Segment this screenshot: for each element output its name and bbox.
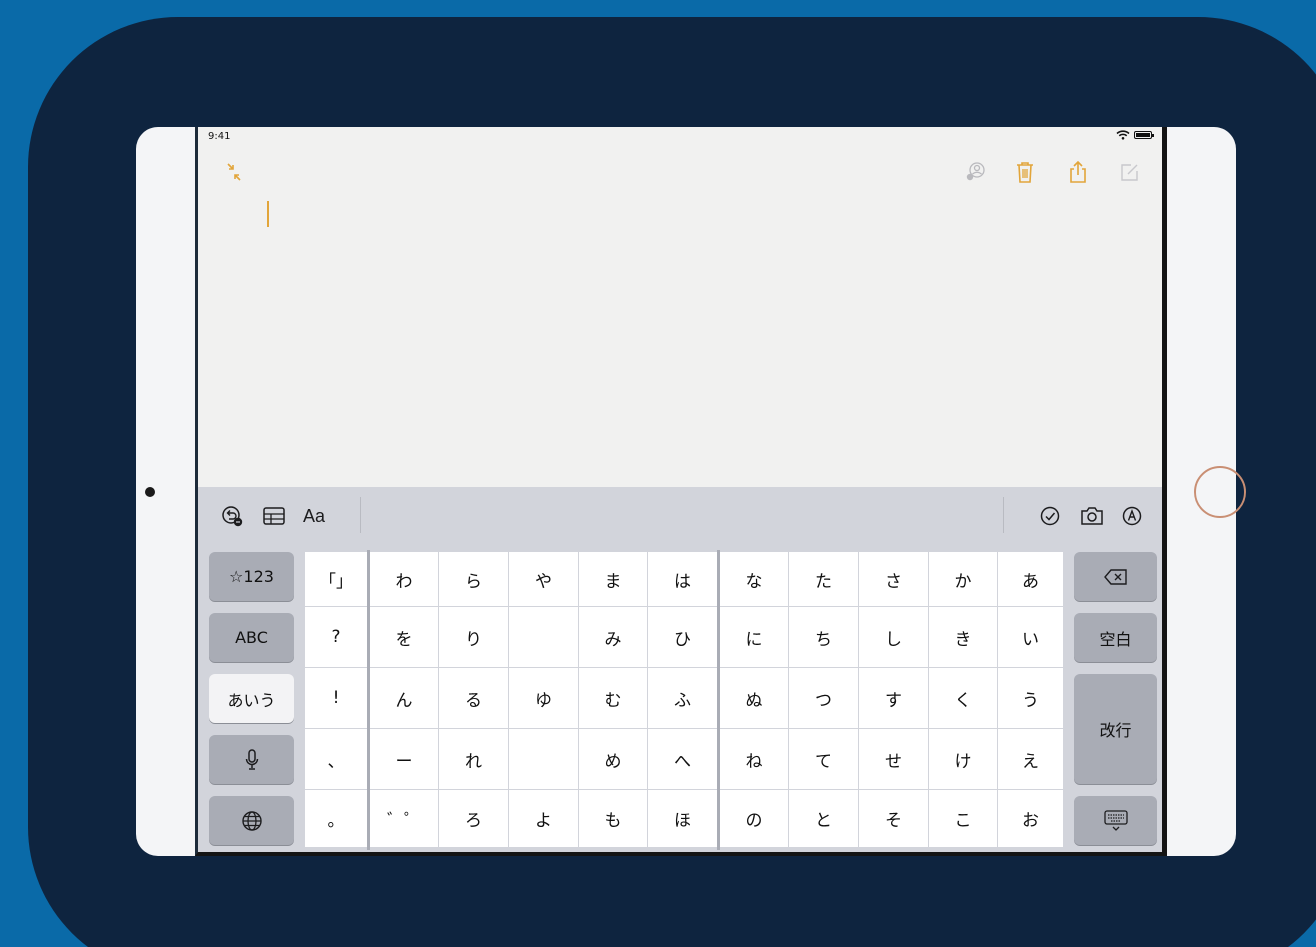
status-time: 9:41 <box>208 131 231 142</box>
markup-icon[interactable] <box>1118 501 1146 531</box>
collaborate-icon[interactable] <box>961 157 991 187</box>
key-kana[interactable]: ふ <box>648 668 717 728</box>
key-kana[interactable]: ま <box>579 552 647 606</box>
kana-keyboard: ☆123 ABC あいう 「」 わ ら や ま は な た さ か あ ? を … <box>198 545 1162 852</box>
key-kana[interactable]: か <box>929 552 997 606</box>
key-kana[interactable]: ぬ <box>720 668 788 728</box>
home-button[interactable] <box>1194 466 1246 518</box>
key-kana[interactable]: 「」 <box>305 552 367 606</box>
note-toolbar <box>198 157 1162 187</box>
key-kana[interactable]: や <box>509 552 578 606</box>
status-bar: 9:41 <box>198 127 1162 145</box>
microphone-icon <box>245 748 258 770</box>
key-kana[interactable]: せ <box>859 729 928 789</box>
key-kana[interactable]: い <box>998 607 1063 667</box>
key-kana[interactable]: と <box>789 790 858 847</box>
key-microphone[interactable] <box>209 735 294 784</box>
keyboard-accessory-bar: Aa <box>198 487 1162 545</box>
ipad-screen: 9:41 Aa ☆123 ABC あいう 「」 わ ら や ま は な た さ … <box>195 127 1167 856</box>
status-indicators <box>1116 130 1154 140</box>
key-kana[interactable]: ち <box>789 607 858 667</box>
key-kana[interactable]: を <box>370 607 438 667</box>
key-kana[interactable]: す <box>859 668 928 728</box>
accessory-divider <box>360 497 361 533</box>
key-kana[interactable]: む <box>579 668 647 728</box>
table-icon[interactable] <box>260 501 288 531</box>
key-kana[interactable]: に <box>720 607 788 667</box>
delete-icon <box>1103 568 1127 585</box>
undo-icon[interactable] <box>218 501 246 531</box>
key-kana[interactable]: ん <box>370 668 438 728</box>
key-kana[interactable]: よ <box>509 790 578 847</box>
key-kana[interactable]: は <box>648 552 717 606</box>
accessory-divider <box>1003 497 1004 533</box>
globe-icon <box>241 810 262 831</box>
trash-icon[interactable] <box>1010 157 1040 187</box>
key-kana[interactable]: も <box>579 790 647 847</box>
key-kana[interactable]: め <box>579 729 647 789</box>
key-kana[interactable]: ゆ <box>509 668 578 728</box>
format-button[interactable]: Aa <box>300 501 328 531</box>
key-kana[interactable] <box>509 729 578 789</box>
key-kana[interactable]: そ <box>859 790 928 847</box>
key-kana[interactable]: ー <box>370 729 438 789</box>
key-kana[interactable]: し <box>859 607 928 667</box>
key-kana[interactable]: こ <box>929 790 997 847</box>
key-kana[interactable]: ほ <box>648 790 717 847</box>
key-delete[interactable] <box>1074 552 1157 601</box>
compose-icon[interactable] <box>1115 157 1145 187</box>
key-kana[interactable]: お <box>998 790 1063 847</box>
key-kana[interactable]: え <box>998 729 1063 789</box>
key-kana[interactable]: み <box>579 607 647 667</box>
key-kana[interactable]: ら <box>439 552 508 606</box>
key-space[interactable]: 空白 <box>1074 613 1157 662</box>
key-globe[interactable] <box>209 796 294 845</box>
key-kana[interactable]: な <box>720 552 788 606</box>
text-cursor <box>267 201 269 227</box>
key-kana[interactable]: く <box>929 668 997 728</box>
key-kana-mode[interactable]: あいう <box>209 674 294 723</box>
key-kana[interactable]: 、 <box>305 729 367 789</box>
key-kana[interactable]: ひ <box>648 607 717 667</box>
key-kana[interactable]: 。 <box>305 790 367 847</box>
battery-icon <box>1134 131 1154 139</box>
key-abc-mode[interactable]: ABC <box>209 613 294 662</box>
key-number-mode[interactable]: ☆123 <box>209 552 294 601</box>
wifi-icon <box>1116 130 1130 140</box>
key-kana[interactable]: へ <box>648 729 717 789</box>
key-kana[interactable]: ね <box>720 729 788 789</box>
front-camera <box>145 487 155 497</box>
key-kana[interactable]: わ <box>370 552 438 606</box>
grid-divider <box>367 550 370 850</box>
keyboard-dismiss-icon <box>1103 809 1128 831</box>
key-return[interactable]: 改行 <box>1074 674 1157 784</box>
key-kana[interactable]: ゛゜ <box>370 790 438 847</box>
share-icon[interactable] <box>1063 157 1093 187</box>
camera-icon[interactable] <box>1077 501 1107 531</box>
key-kana[interactable]: の <box>720 790 788 847</box>
key-kana[interactable]: れ <box>439 729 508 789</box>
key-kana[interactable]: き <box>929 607 997 667</box>
key-kana[interactable]: ろ <box>439 790 508 847</box>
key-kana[interactable]: た <box>789 552 858 606</box>
key-kana[interactable]: ! <box>305 668 367 728</box>
key-kana[interactable]: て <box>789 729 858 789</box>
key-kana[interactable]: け <box>929 729 997 789</box>
key-kana[interactable]: あ <box>998 552 1063 606</box>
collapse-icon[interactable] <box>219 157 249 187</box>
key-kana[interactable] <box>509 607 578 667</box>
key-kana[interactable]: り <box>439 607 508 667</box>
key-kana[interactable]: る <box>439 668 508 728</box>
checklist-icon[interactable] <box>1036 501 1064 531</box>
key-kana[interactable]: さ <box>859 552 928 606</box>
key-hide-keyboard[interactable] <box>1074 796 1157 845</box>
grid-divider <box>717 550 720 850</box>
key-kana[interactable]: ? <box>305 607 367 667</box>
key-kana[interactable]: う <box>998 668 1063 728</box>
key-kana[interactable]: つ <box>789 668 858 728</box>
